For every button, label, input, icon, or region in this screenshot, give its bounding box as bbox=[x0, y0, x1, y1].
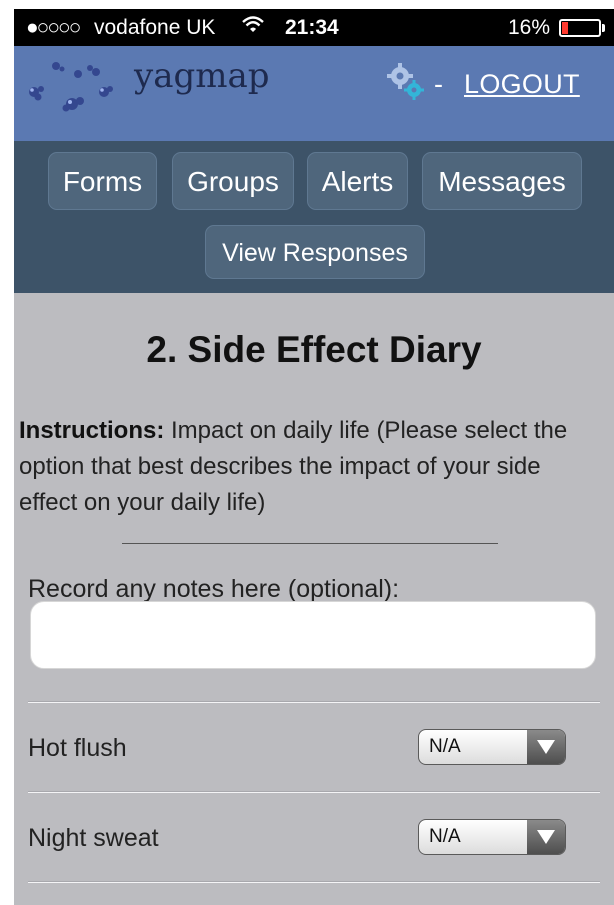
battery-icon bbox=[559, 19, 601, 37]
night-sweat-select-value: N/A bbox=[429, 826, 461, 847]
nav-alerts-button[interactable]: Alerts bbox=[307, 152, 408, 210]
nav-forms-button[interactable]: Forms bbox=[48, 152, 157, 210]
row-divider bbox=[28, 701, 600, 703]
notes-label: Record any notes here (optional): bbox=[28, 575, 400, 603]
clock: 21:34 bbox=[285, 16, 339, 39]
instructions-label: Instructions: bbox=[19, 417, 165, 444]
notes-textarea[interactable] bbox=[30, 601, 596, 669]
chevron-down-icon bbox=[527, 730, 565, 764]
battery-level bbox=[562, 22, 568, 34]
header-separator: - bbox=[434, 69, 443, 99]
signal-strength-icon: ●○○○○ bbox=[26, 16, 81, 39]
nav-messages-button[interactable]: Messages bbox=[422, 152, 582, 210]
status-bar: ●○○○○ vodafone UK 21:34 16% bbox=[14, 9, 614, 46]
battery-percent: 16% bbox=[508, 16, 551, 39]
night-sweat-label: Night sweat bbox=[28, 824, 159, 852]
app-header: yagmap - LOGOUT bbox=[14, 46, 614, 141]
settings-gear-icon[interactable] bbox=[384, 60, 428, 104]
logout-link[interactable]: LOGOUT bbox=[464, 69, 580, 100]
wifi-icon bbox=[242, 15, 264, 41]
row-divider bbox=[28, 881, 600, 883]
app-logo-text: yagmap bbox=[134, 56, 270, 96]
main-nav: Forms Groups Alerts Messages View Respon… bbox=[14, 141, 614, 293]
hot-flush-select-value: N/A bbox=[429, 736, 461, 757]
page-title: 2. Side Effect Diary bbox=[146, 329, 482, 370]
night-sweat-select[interactable]: N/A bbox=[418, 819, 566, 855]
hot-flush-label: Hot flush bbox=[28, 734, 127, 762]
carrier-name: vodafone UK bbox=[94, 16, 216, 39]
battery-tip bbox=[602, 24, 605, 32]
row-divider bbox=[28, 791, 600, 793]
hot-flush-select[interactable]: N/A bbox=[418, 729, 566, 765]
section-divider bbox=[122, 543, 498, 544]
nav-view-responses-button[interactable]: View Responses bbox=[205, 225, 425, 279]
instructions: Instructions: Impact on daily life (Plea… bbox=[19, 413, 599, 521]
nav-groups-button[interactable]: Groups bbox=[172, 152, 294, 210]
phone-screen: ●○○○○ vodafone UK 21:34 16% yagmap - LOG… bbox=[14, 9, 614, 905]
yagmap-logo-icon bbox=[29, 62, 113, 112]
chevron-down-icon bbox=[527, 820, 565, 854]
